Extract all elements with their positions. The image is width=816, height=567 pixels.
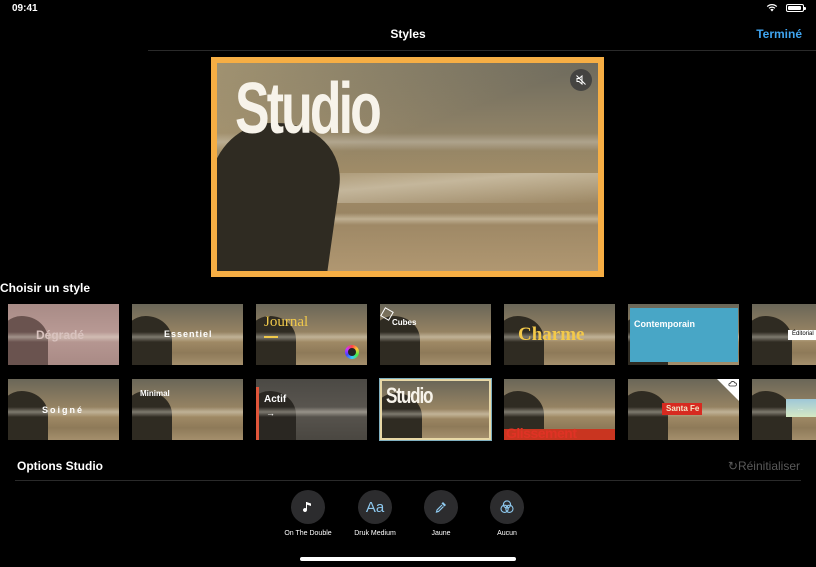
color-option[interactable]: Jaune <box>411 490 471 538</box>
video-preview[interactable]: Studio <box>211 57 604 277</box>
style-thumb-studio[interactable]: Studio <box>379 378 492 441</box>
option-label: On The Double <box>284 530 332 537</box>
options-divider <box>15 480 801 481</box>
option-label: Aucun <box>497 530 517 537</box>
status-time: 09:41 <box>12 3 38 14</box>
style-thumb-santa-fe[interactable]: Santa Fe <box>628 379 739 440</box>
options-title: Options Studio <box>17 459 103 473</box>
reset-icon: ↻ <box>727 459 738 473</box>
style-thumb-cubes[interactable]: Cubes <box>380 304 491 365</box>
speaker-muted-icon <box>576 74 586 86</box>
status-bar: 09:41 <box>0 0 816 16</box>
option-label: Druk Medium <box>354 530 396 537</box>
reset-button[interactable]: ↻Réinitialiser <box>728 459 800 473</box>
style-label: Soigné <box>42 405 85 415</box>
music-note-icon <box>303 502 311 513</box>
styles-row-1: Dégradé Essentiel Journal Cubes Charme C… <box>8 304 816 365</box>
style-label: Santa Fe <box>666 404 700 413</box>
preview-image: Studio <box>217 63 598 271</box>
reset-label: Réinitialiser <box>737 459 800 473</box>
contemporain-panel <box>630 308 738 362</box>
style-label: Minimal <box>140 389 170 398</box>
style-label: Dégradé <box>36 328 85 342</box>
style-label: Glissement <box>506 425 577 440</box>
color-option-circle <box>424 490 458 524</box>
home-indicator[interactable] <box>300 557 516 561</box>
style-thumb-soigne[interactable]: Soigné <box>8 379 119 440</box>
eyedropper-icon <box>435 502 446 513</box>
style-thumb-minimal[interactable]: Minimal <box>132 379 243 440</box>
style-thumb-glissement[interactable]: Glissement <box>504 379 615 440</box>
wifi-icon <box>766 3 778 12</box>
music-option-circle <box>291 490 325 524</box>
color-wheel-icon <box>345 345 359 359</box>
style-thumb-contemporain[interactable]: Contemporain <box>628 304 739 365</box>
journal-underline <box>264 336 278 338</box>
font-option-circle: Aa <box>358 490 392 524</box>
choose-style-label: Choisir un style <box>0 281 91 295</box>
preview-title-text: Studio <box>235 69 382 149</box>
header-divider <box>148 50 816 51</box>
filter-option[interactable]: Aucun <box>477 490 537 538</box>
status-icons <box>766 3 806 12</box>
font-icon: Aa <box>365 498 385 516</box>
styles-row-2: Soigné Minimal Actif → Studio Glissement… <box>8 378 816 441</box>
done-button[interactable]: Terminé <box>756 27 802 41</box>
option-label: Jaune <box>431 530 451 537</box>
cloud-download-icon <box>728 381 737 387</box>
style-label: Actif <box>264 394 287 405</box>
font-option[interactable]: Aa Druk Medium <box>345 490 405 538</box>
style-label: Contemporain <box>634 319 696 329</box>
filter-option-circle <box>490 490 524 524</box>
style-label: Studio <box>386 383 434 408</box>
filter-icon <box>500 500 514 513</box>
style-thumb-degrade[interactable]: Dégradé <box>8 304 119 365</box>
actif-accent-bar <box>256 387 259 440</box>
style-thumb-editorial[interactable]: Éditorial <box>752 304 816 365</box>
style-thumb-journal[interactable]: Journal <box>256 304 367 365</box>
style-label: Journal <box>264 314 309 330</box>
style-thumb-actif[interactable]: Actif → <box>256 379 367 440</box>
mute-button[interactable] <box>570 69 592 91</box>
style-thumb-essentiel[interactable]: Essentiel <box>132 304 243 365</box>
style-label: Cubes <box>392 318 417 327</box>
style-label: Charme <box>518 324 585 345</box>
music-option[interactable]: On The Double <box>278 490 338 538</box>
page-title: Styles <box>390 27 426 41</box>
style-thumb-charme[interactable]: Charme <box>504 304 615 365</box>
battery-icon <box>786 3 806 12</box>
style-label: Essentiel <box>164 329 213 339</box>
style-label: Éditorial <box>792 331 814 337</box>
style-thumb-partial[interactable]: .... <box>752 379 816 440</box>
style-label: .... <box>798 406 804 412</box>
arrow-right-icon: → <box>266 408 275 418</box>
